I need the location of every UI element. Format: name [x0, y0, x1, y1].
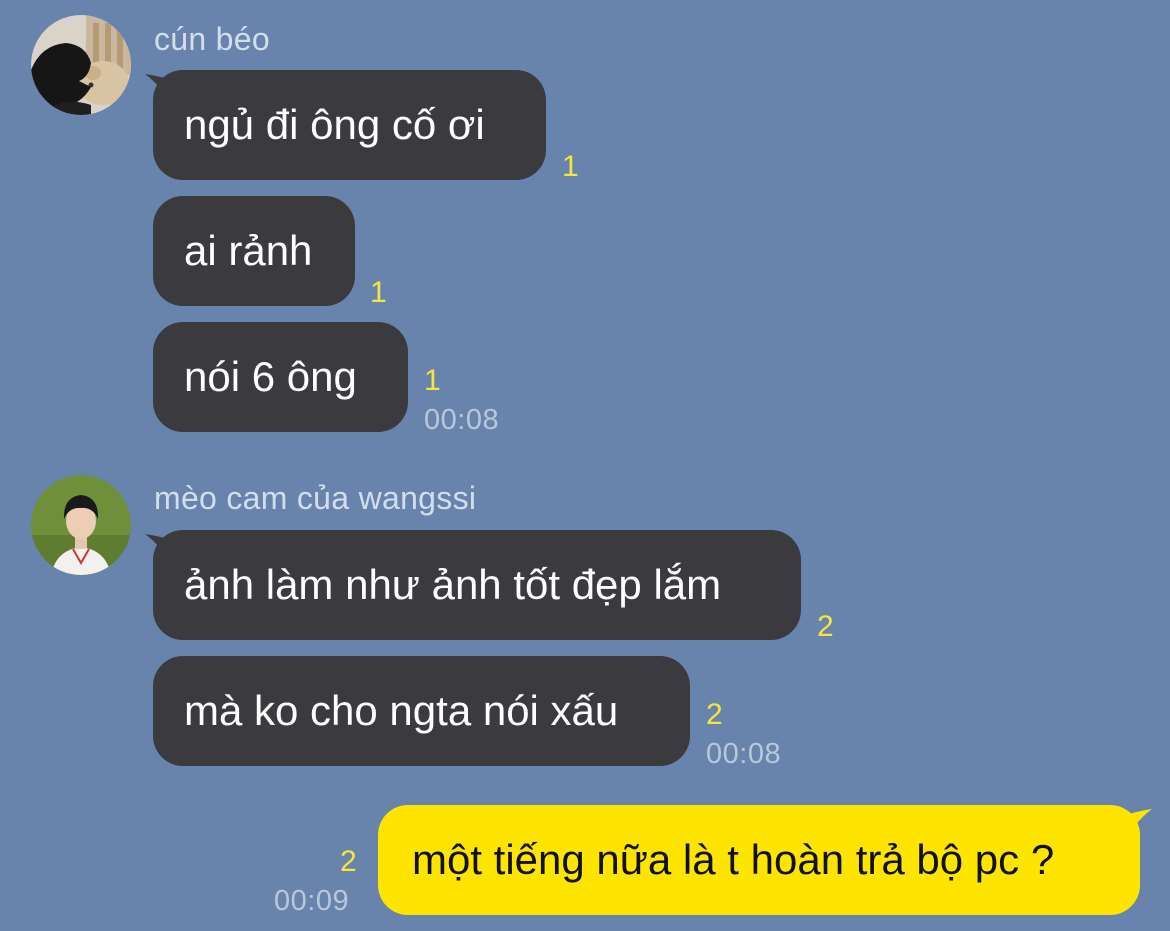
avatar-photo-icon [31, 15, 131, 115]
unread-count: 1 [370, 276, 387, 309]
avatar-photo-icon [31, 475, 131, 575]
message-timestamp: 00:08 [424, 404, 500, 436]
message-timestamp: 00:09 [274, 885, 350, 917]
unread-count: 2 [706, 698, 723, 731]
sender-name: cún béo [154, 21, 270, 57]
unread-count: 2 [817, 610, 834, 643]
avatar[interactable] [31, 15, 131, 115]
message-bubble[interactable]: nói 6 ông [153, 322, 408, 432]
message-bubble-outgoing[interactable]: một tiếng nữa là t hoàn trả bộ pc ? [378, 805, 1140, 915]
unread-count: 1 [562, 150, 579, 183]
unread-count: 1 [424, 364, 441, 397]
message-bubble[interactable]: mà ko cho ngta nói xấu [153, 656, 690, 766]
message-bubble[interactable]: ai rảnh [153, 196, 355, 306]
message-bubble[interactable]: ngủ đi ông cố ơi [153, 70, 546, 180]
message-timestamp: 00:08 [706, 738, 782, 770]
bubble-tail [1126, 809, 1152, 839]
unread-count: 2 [340, 845, 357, 878]
message-bubble[interactable]: ảnh làm như ảnh tốt đẹp lắm [153, 530, 801, 640]
sender-name: mèo cam của wangssi [154, 480, 477, 516]
avatar[interactable] [31, 475, 131, 575]
